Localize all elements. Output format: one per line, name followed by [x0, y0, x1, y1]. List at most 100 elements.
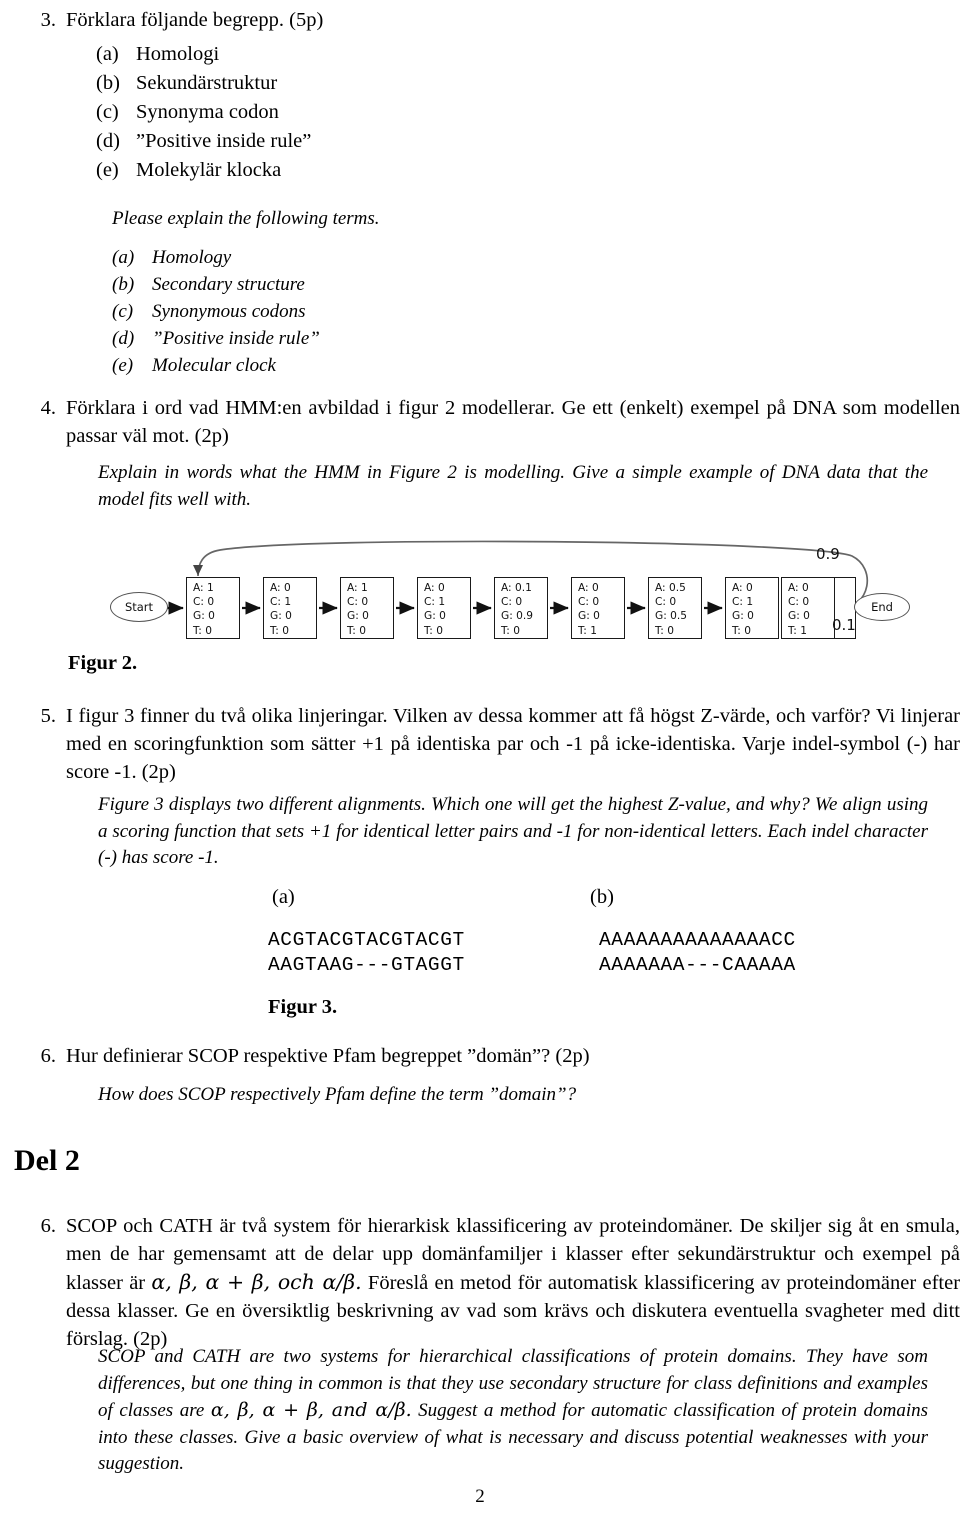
sub-item-text: Homology [152, 247, 232, 268]
list-item: (d) ”Positive inside rule” [96, 127, 556, 156]
emission-key-t: T: [270, 624, 279, 637]
hmm-state-5: A: 0.1 C: 0 G: 0.9 T: 0 [494, 577, 548, 639]
sub-item-label: (d) [96, 130, 120, 152]
hmm-state-7: A: 0.5 C: 0 G: 0.5 T: 0 [648, 577, 702, 639]
emission-value-c: 0 [207, 596, 215, 609]
emission-value-g: 0 [285, 610, 292, 623]
hmm-start-label: Start [124, 600, 154, 614]
question-6a-translation: How does SCOP respectively Pfam define t… [98, 1084, 577, 1105]
question-6a-text: Hur definierar SCOP respektive Pfam begr… [66, 1045, 590, 1067]
list-item: (a) Homology [112, 244, 572, 271]
sub-item-label: (d) [112, 328, 135, 349]
emission-key-g: G: [424, 610, 436, 623]
list-item: (c) Synonyma codon [96, 98, 556, 127]
hmm-end-label: End [871, 600, 893, 614]
sub-item-label: (e) [96, 159, 119, 181]
question-5: 5. I figur 3 finner du två olika linjeri… [22, 702, 960, 786]
emission-key-a: A: [193, 582, 204, 594]
list-item: (e) Molekylär klocka [96, 156, 556, 185]
question-3-translation-sublist: (a) Homology (b) Secondary structure (c)… [112, 244, 572, 379]
emission-value-g: 0.9 [516, 610, 534, 623]
sub-item-label: (b) [96, 72, 120, 94]
list-item: (a) Homologi [96, 40, 556, 69]
emission-value-t: 0 [282, 624, 290, 637]
emission-value-a: 0 [746, 582, 753, 594]
emission-key-c: C: [655, 596, 666, 609]
emission-value-c: 1 [284, 596, 292, 609]
hmm-loop-probability-label: 0.9 [816, 545, 840, 563]
emission-key-c: C: [193, 596, 204, 609]
emission-key-a: A: [788, 582, 799, 594]
question-5-translation: Figure 3 displays two different alignmen… [98, 794, 928, 868]
emission-value-a: 0 [592, 582, 599, 594]
emission-key-a: A: [501, 582, 512, 594]
emission-key-a: A: [732, 582, 743, 594]
emission-key-c: C: [732, 596, 743, 609]
emission-value-c: 0 [361, 596, 369, 609]
question-4-text: Förklara i ord vad HMM:en avbildad i fig… [66, 397, 960, 447]
emission-value-g: 0 [439, 610, 446, 623]
emission-key-t: T: [578, 624, 587, 637]
hmm-state-1: A: 1 C: 0 G: 0 T: 0 [186, 577, 240, 639]
emission-key-t: T: [193, 624, 202, 637]
hmm-figure: Start A: 1 C: 0 G: 0 T: 0 A: 0 C: 1 G: 0… [110, 534, 910, 646]
hmm-state-10: A: 0 C: 0 G: 0 T: 1 [781, 577, 835, 639]
question-3: 3. Förklara följande begrepp. (5p) [22, 6, 582, 34]
hmm-start-node: Start [110, 592, 168, 622]
emission-value-c: 1 [746, 596, 754, 609]
hmm-end-probability-label: 0.1 [832, 616, 856, 634]
sub-item-text: Molecular clock [152, 355, 276, 376]
question-6b: 6. SCOP och CATH är två system för hiera… [22, 1212, 960, 1353]
emission-value-g: 0 [803, 610, 810, 623]
alignment-a-top-sequence: ACGTACGTACGTACGT [268, 929, 465, 951]
emission-value-t: 0 [436, 624, 444, 637]
page-number: 2 [475, 1486, 485, 1507]
emission-key-g: G: [193, 610, 205, 623]
question-5-text: I figur 3 finner du två olika linjeringa… [66, 705, 960, 783]
sub-item-text: ”Positive inside rule” [136, 130, 312, 152]
list-item: (c) Synonymous codons [112, 298, 572, 325]
emission-value-a: 0.5 [669, 582, 686, 594]
emission-value-a: 0 [802, 582, 809, 594]
emission-key-a: A: [347, 582, 358, 594]
question-4: 4. Förklara i ord vad HMM:en avbildad i … [22, 394, 960, 450]
question-6b-classes: α, β, α + β, och α/β. [151, 1270, 362, 1294]
emission-key-g: G: [501, 610, 513, 623]
emission-key-t: T: [347, 624, 356, 637]
emission-value-t: 1 [800, 624, 808, 637]
emission-value-c: 0 [515, 596, 523, 609]
sub-item-label: (e) [112, 355, 134, 376]
list-item: (e) Molecular clock [112, 352, 572, 379]
sub-item-text: Synonymous codons [152, 301, 306, 322]
emission-key-t: T: [655, 624, 664, 637]
emission-value-t: 0 [667, 624, 675, 637]
emission-key-g: G: [732, 610, 744, 623]
part-2-title: Del 2 [14, 1144, 80, 1177]
sub-item-text: Sekundärstruktur [136, 72, 278, 94]
sub-item-label: (a) [112, 247, 135, 268]
alignment-a-bottom-sequence: AAGTAAG---GTAGGT [268, 954, 465, 976]
emission-key-a: A: [270, 582, 281, 594]
list-item: (b) Sekundärstruktur [96, 69, 556, 98]
hmm-state-2: A: 0 C: 1 G: 0 T: 0 [263, 577, 317, 639]
emission-value-a: 0.1 [515, 582, 532, 594]
question-6b-text: SCOP och CATH är två system för hierarki… [66, 1212, 960, 1353]
exam-page: 3. Förklara följande begrepp. (5p) (a) H… [0, 0, 960, 1529]
emission-value-t: 0 [744, 624, 752, 637]
emission-value-a: 0 [438, 582, 445, 594]
sub-item-label: (a) [96, 43, 119, 65]
emission-key-g: G: [347, 610, 359, 623]
emission-key-c: C: [270, 596, 281, 609]
emission-value-c: 0 [669, 596, 677, 609]
emission-key-t: T: [501, 624, 510, 637]
alignment-b-label: (b) [590, 886, 614, 908]
hmm-end-node: End [854, 593, 910, 621]
emission-key-c: C: [788, 596, 799, 609]
emission-value-c: 1 [438, 596, 446, 609]
question-4-translation: Explain in words what the HMM in Figure … [98, 462, 928, 510]
emission-key-c: C: [501, 596, 512, 609]
sub-item-text: Molekylär klocka [136, 159, 282, 181]
emission-key-c: C: [347, 596, 358, 609]
emission-value-t: 0 [513, 624, 521, 637]
question-5-number: 5. [40, 705, 56, 727]
